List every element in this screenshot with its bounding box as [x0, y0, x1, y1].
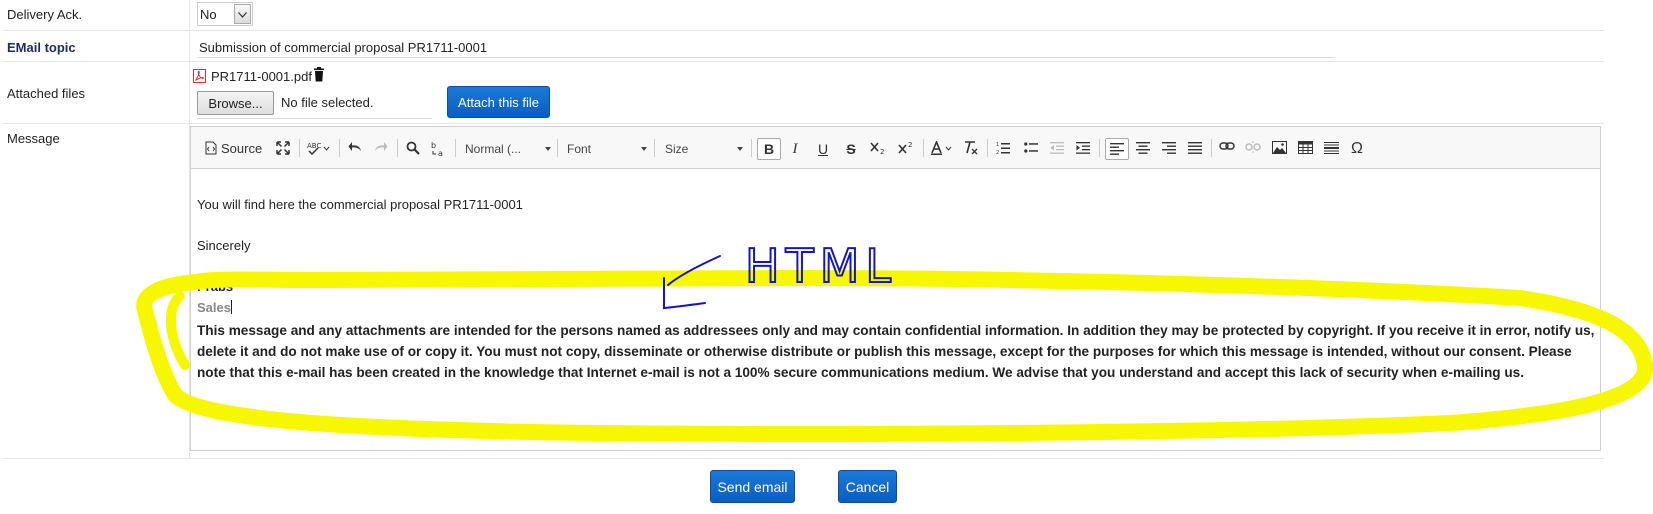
toolbar-separator — [923, 139, 924, 157]
svg-text:1: 1 — [996, 142, 999, 148]
text-color-icon[interactable] — [929, 138, 957, 160]
signature-role: Sales — [197, 300, 231, 315]
svg-text:a: a — [438, 149, 443, 157]
justify-icon[interactable] — [1185, 138, 1205, 160]
svg-text:ABC: ABC — [307, 142, 321, 150]
bulleted-list-icon[interactable] — [1021, 138, 1041, 160]
delivery-ack-label-cell: Delivery Ack. — [3, 0, 189, 30]
delivery-ack-value: No — [200, 7, 217, 22]
svg-text:2: 2 — [996, 150, 999, 155]
delivery-ack-label: Delivery Ack. — [7, 7, 83, 22]
trash-icon[interactable] — [313, 67, 325, 82]
no-file-selected-text: No file selected. — [281, 95, 374, 110]
image-icon[interactable] — [1269, 138, 1289, 160]
toolbar-separator — [751, 139, 752, 157]
toolbar-separator — [397, 139, 398, 157]
delivery-ack-row: Delivery Ack. No — [3, 0, 1604, 30]
disclaimer-text: This message and any attachments are int… — [197, 323, 1595, 380]
send-email-button[interactable]: Send email — [710, 470, 795, 503]
align-right-icon[interactable] — [1159, 138, 1179, 160]
editor-content[interactable]: You will find here the commercial propos… — [197, 169, 1594, 450]
caret-down-icon — [545, 147, 551, 151]
redo-icon[interactable] — [371, 138, 391, 160]
find-icon[interactable] — [403, 138, 423, 160]
signature-name: Prabs — [197, 279, 234, 294]
delivery-ack-select[interactable]: No — [197, 2, 253, 26]
message-label-cell: Message — [3, 124, 189, 458]
email-topic-value-cell — [189, 31, 1604, 61]
underline-button[interactable]: U — [813, 138, 833, 160]
email-topic-row: EMail topic — [3, 30, 1604, 61]
format-combo-label: Normal (... — [465, 142, 522, 156]
superscript-icon[interactable]: 2 — [895, 138, 917, 160]
email-topic-label: EMail topic — [7, 40, 76, 55]
delivery-ack-value-cell: No — [189, 0, 1604, 30]
svg-text:2: 2 — [908, 141, 912, 149]
attached-files-label-cell: Attached files — [3, 62, 189, 123]
cancel-button[interactable]: Cancel — [838, 470, 897, 503]
message-line-sincerely: Sincerely — [197, 238, 251, 253]
toolbar-separator — [1099, 139, 1100, 157]
message-line-proposal: You will find here the commercial propos… — [197, 197, 523, 212]
numbered-list-icon[interactable]: 12 — [993, 138, 1013, 160]
unlink-icon[interactable] — [1243, 138, 1263, 160]
spellcheck-icon[interactable]: ABC — [305, 138, 333, 160]
source-button[interactable]: Source — [205, 138, 267, 160]
horizontal-rule-icon[interactable] — [1321, 138, 1341, 160]
strikethrough-button[interactable]: S — [841, 138, 861, 160]
undo-icon[interactable] — [345, 138, 365, 160]
size-combo-label: Size — [665, 142, 689, 156]
toolbar-separator — [339, 139, 340, 157]
attach-file-button[interactable]: Attach this file — [447, 86, 550, 118]
signature-role-wrap: Sales — [197, 300, 232, 315]
editor-toolbar: Source ABC ba Normal (... Font Size B I … — [191, 127, 1600, 169]
attached-files-row: Attached files PR1711-0001.pdf Browse...… — [3, 61, 1604, 123]
caret-down-icon — [737, 147, 743, 151]
remove-format-icon[interactable] — [961, 138, 981, 160]
align-left-icon[interactable] — [1105, 138, 1129, 160]
attached-files-label: Attached files — [7, 86, 86, 101]
table-icon[interactable] — [1295, 138, 1315, 160]
subscript-icon[interactable]: 2 — [867, 138, 889, 160]
email-topic-input[interactable] — [197, 36, 1335, 58]
size-combo[interactable]: Size — [665, 138, 745, 160]
format-combo[interactable]: Normal (... — [465, 138, 553, 160]
source-icon — [205, 141, 217, 155]
link-icon[interactable] — [1217, 138, 1237, 160]
toolbar-separator — [987, 139, 988, 157]
browse-button[interactable]: Browse... — [197, 91, 274, 115]
attached-file-name[interactable]: PR1711-0001.pdf — [211, 69, 312, 84]
bold-button[interactable]: B — [757, 138, 781, 160]
toolbar-separator — [557, 139, 558, 157]
special-character-icon[interactable]: Ω — [1347, 138, 1367, 160]
source-label: Source — [221, 141, 263, 156]
caret-down-icon — [641, 147, 647, 151]
file-input-underline — [197, 118, 432, 119]
message-label: Message — [7, 131, 60, 146]
toolbar-separator — [654, 139, 655, 157]
font-combo-label: Font — [567, 142, 592, 156]
text-cursor — [230, 300, 232, 314]
chevron-down-icon[interactable] — [234, 4, 251, 24]
maximize-icon[interactable] — [273, 138, 293, 160]
indent-icon[interactable] — [1073, 138, 1093, 160]
replace-icon[interactable]: ba — [429, 138, 449, 160]
message-editor: Source ABC ba Normal (... Font Size B I … — [190, 126, 1601, 451]
svg-text:b: b — [431, 141, 436, 150]
svg-text:2: 2 — [880, 148, 884, 155]
font-combo[interactable]: Font — [567, 138, 649, 160]
toolbar-separator — [455, 139, 456, 157]
email-topic-label-cell: EMail topic — [3, 31, 189, 61]
pdf-file-icon — [193, 69, 206, 83]
toolbar-separator — [1211, 139, 1212, 157]
toolbar-separator — [299, 139, 300, 157]
align-center-icon[interactable] — [1133, 138, 1153, 160]
attached-files-value-cell: PR1711-0001.pdf Browse... No file select… — [189, 62, 1604, 123]
outdent-icon[interactable] — [1047, 138, 1067, 160]
italic-button[interactable]: I — [785, 138, 805, 160]
